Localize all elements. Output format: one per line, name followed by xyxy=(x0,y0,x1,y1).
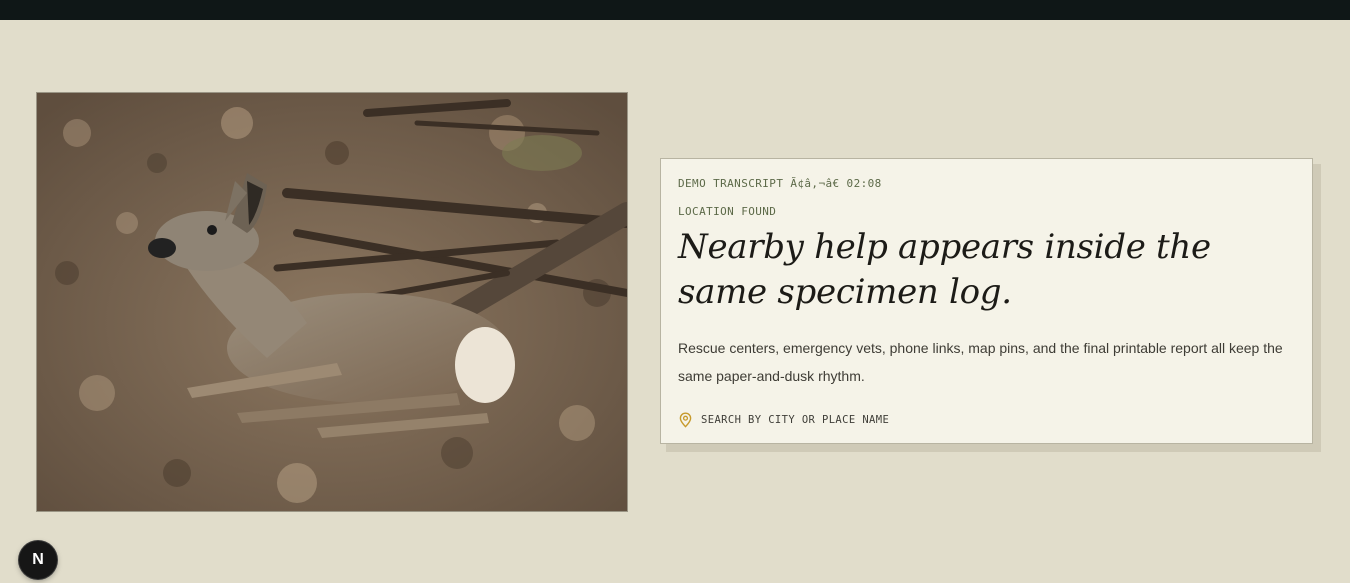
status-label: LOCATION FOUND xyxy=(678,205,777,218)
card-description: Rescue centers, emergency vets, phone li… xyxy=(678,340,1283,384)
map-pin-icon xyxy=(679,412,692,428)
transcript-kicker: DEMO TRANSCRIPT Ã¢â‚¬â€ 02:08 xyxy=(678,177,882,190)
search-label[interactable]: SEARCH BY CITY OR PLACE NAME xyxy=(701,414,889,426)
dev-badge-letter: N xyxy=(32,551,44,568)
location-search[interactable]: SEARCH BY CITY OR PLACE NAME xyxy=(678,412,889,428)
info-card: DEMO TRANSCRIPT Ã¢â‚¬â€ 02:08 LOCATION F… xyxy=(660,158,1313,444)
dev-tools-badge[interactable]: N xyxy=(19,541,57,579)
top-bar xyxy=(0,0,1350,20)
card-headline: Nearby help appears inside the same spec… xyxy=(678,227,1211,312)
deer-photo xyxy=(36,92,628,512)
